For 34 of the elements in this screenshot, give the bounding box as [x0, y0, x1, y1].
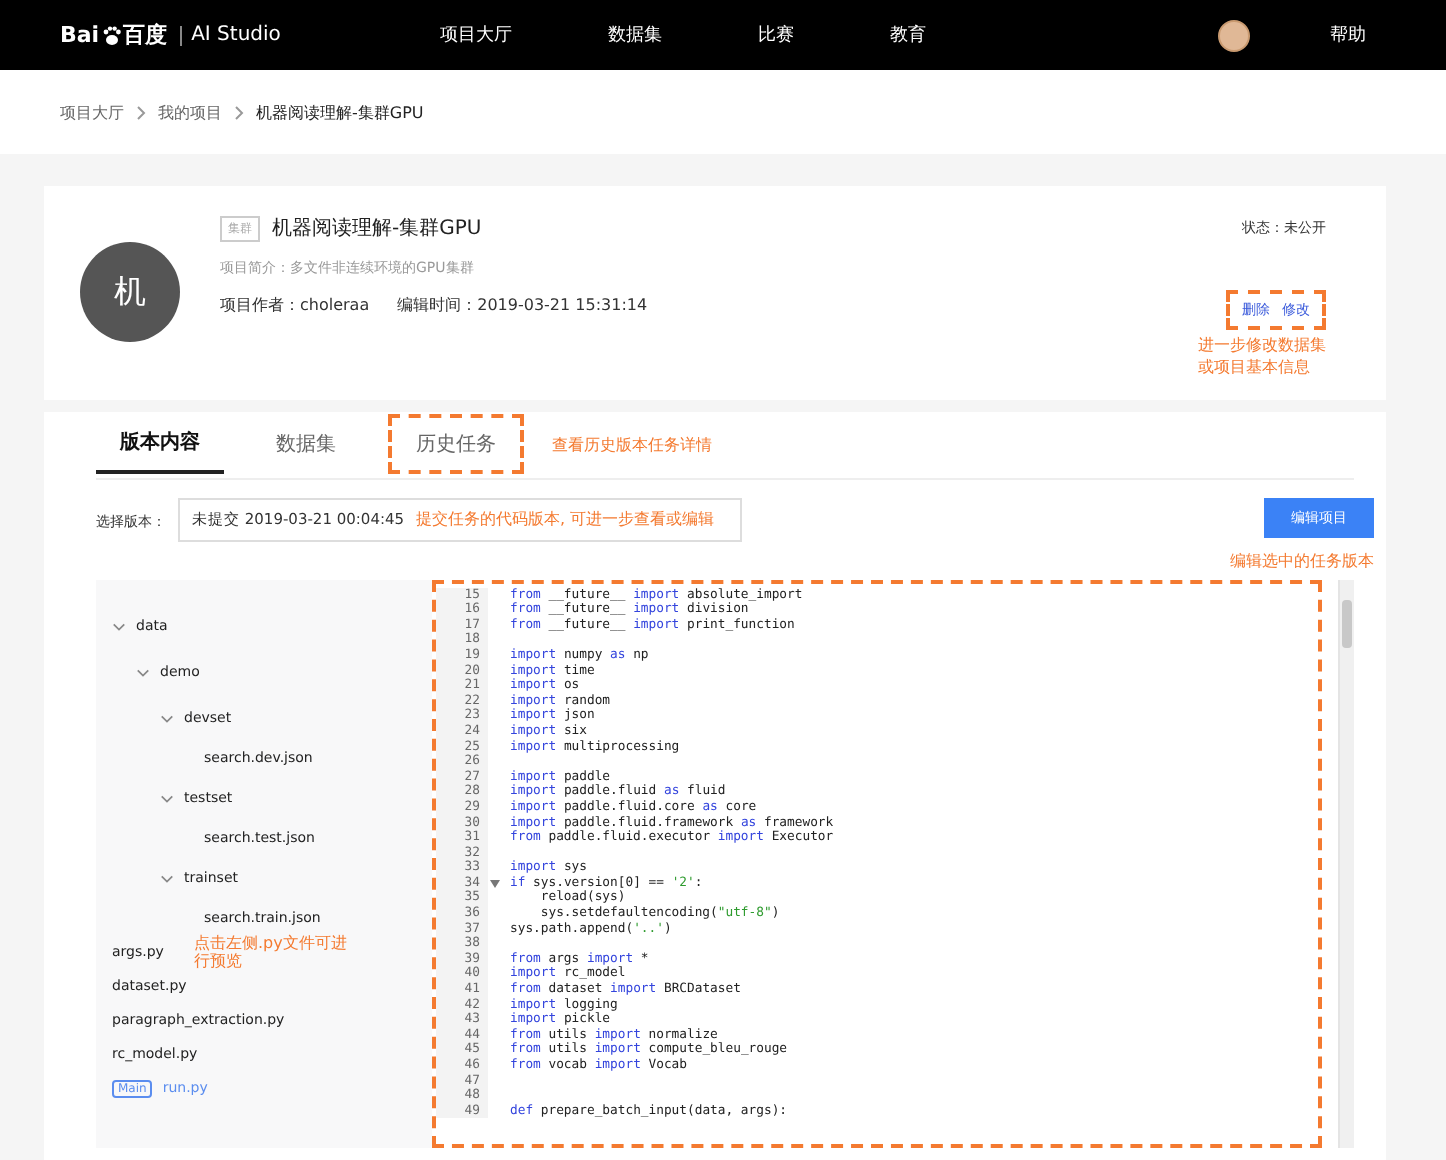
tab[interactable]: 历史任务 [388, 414, 524, 475]
chevron-icon[interactable] [160, 711, 174, 726]
annotation-note: 或项目基本信息 [1198, 357, 1312, 380]
product-name: AI Studio [179, 25, 281, 45]
nav-link[interactable]: 数据集 [608, 22, 662, 48]
breadcrumb-link[interactable]: 机器阅读理解-集群GPU [256, 101, 424, 123]
breadcrumb-link[interactable]: 我的项目 [158, 101, 222, 123]
chevron-right-icon [234, 105, 244, 119]
chevron-icon[interactable] [112, 619, 126, 634]
annotation-note: 点击左侧.py文件可进行预览 [193, 933, 349, 972]
logo-text: 百度 [123, 20, 168, 50]
breadcrumb-link[interactable]: 项目大厅 [60, 101, 124, 123]
nav-link[interactable]: 项目大厅 [440, 22, 512, 48]
annotation-note: 查看历史版本任务详情 [552, 433, 712, 456]
annotation-note: 编辑选中的任务版本 [1230, 549, 1374, 572]
tab[interactable]: 版本内容 [96, 414, 224, 475]
project-title: 机器阅读理解-集群GPU [272, 215, 482, 242]
annotation-note: 进一步修改数据集 [1198, 336, 1326, 358]
chevron-icon[interactable] [160, 791, 174, 806]
user-avatar[interactable] [1218, 19, 1250, 51]
chevron-icon[interactable] [136, 665, 150, 680]
project-avatar: 机 [80, 242, 180, 342]
help-link[interactable]: 帮助 [1330, 22, 1366, 48]
paw-logo-icon [101, 25, 122, 45]
edit-time: 编辑时间：2019-03-21 15:31:14 [397, 294, 648, 316]
nav-link[interactable]: 教育 [890, 22, 926, 48]
tab[interactable]: 数据集 [252, 414, 360, 475]
chevron-icon[interactable] [160, 871, 174, 886]
annotation-note: 提交任务的代码版本, 可进一步查看或编辑 [416, 508, 715, 531]
logo-text: Bai [60, 22, 100, 48]
nav-link[interactable]: 比赛 [758, 22, 794, 48]
project-author: 项目作者：choleraa [220, 294, 370, 316]
fold-icon[interactable] [490, 879, 500, 888]
chevron-right-icon [136, 105, 146, 119]
